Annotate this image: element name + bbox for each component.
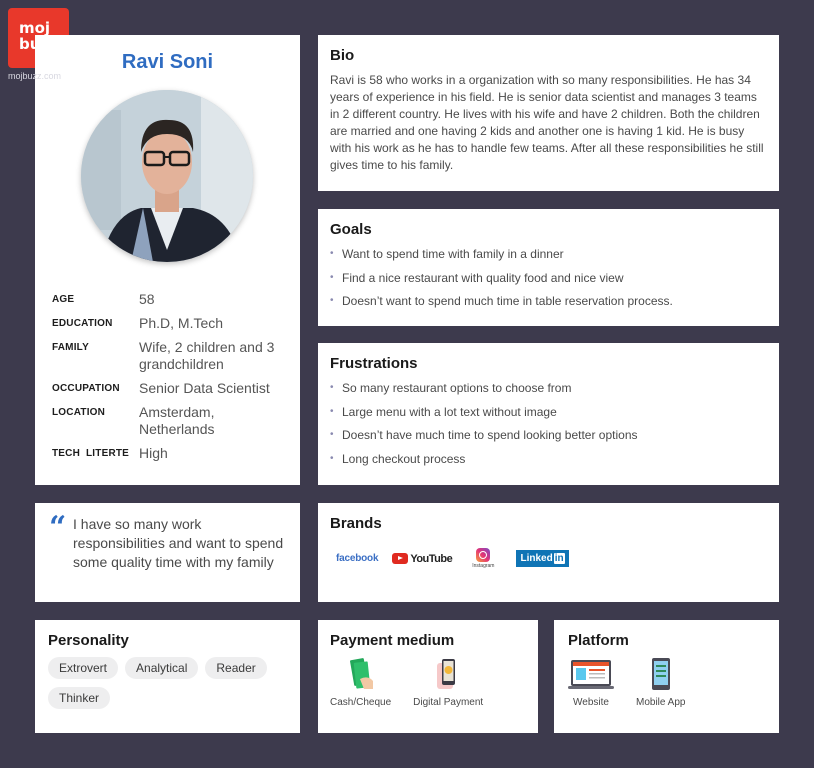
fact-tech-literacy: TECH LITERTE High	[52, 445, 292, 462]
personality-traits: Extrovert Analytical Reader Thinker	[48, 657, 287, 717]
fact-value: Wife, 2 children and 3 grandchildren	[139, 339, 275, 372]
trait-chip: Extrovert	[48, 657, 119, 679]
goal-item: Doesn’t want to spend much time in table…	[330, 293, 767, 309]
instagram-logo: Instagram	[472, 548, 494, 569]
bio-title: Bio	[330, 47, 355, 64]
fact-value: Senior Data Scientist	[139, 380, 270, 396]
fact-label: TECH LITERTE	[52, 448, 130, 459]
payment-option-cash: Cash/Cheque	[330, 657, 391, 708]
frustration-item: Large menu with a lot text without image	[330, 404, 767, 420]
fact-label: LOCATION	[52, 407, 106, 418]
payment-title: Payment medium	[330, 632, 455, 649]
youtube-wordmark: YouTube	[410, 552, 453, 565]
fact-value: Amsterdam, Netherlands	[139, 404, 215, 437]
mobile-icon	[650, 657, 672, 691]
payment-options: Cash/Cheque Digital Payment	[330, 657, 526, 708]
logo-url[interactable]: mojbuzz.com	[8, 71, 61, 81]
laptop-icon	[568, 657, 614, 691]
digital-payment-icon	[433, 657, 463, 691]
bio-card: Bio Ravi is 58 who works in a organizati…	[318, 35, 779, 191]
goal-item: Want to spend time with family in a dinn…	[330, 246, 767, 262]
persona-photo	[81, 90, 253, 262]
fact-label: FAMILY	[52, 342, 89, 353]
linkedin-wordmark: Linked	[520, 553, 553, 564]
payment-card: Payment medium Cash/Cheque Digital Payme…	[318, 620, 538, 733]
frustrations-title: Frustrations	[330, 355, 418, 372]
cash-icon	[346, 657, 376, 691]
persona-name: Ravi Soni	[121, 51, 214, 73]
platform-option-website: Website	[568, 657, 614, 708]
quote-card: “ I have so many work responsibilities a…	[35, 503, 300, 602]
goals-card: Goals Want to spend time with family in …	[318, 209, 779, 326]
goal-item: Find a nice restaurant with quality food…	[330, 270, 767, 286]
quote-text: I have so many work responsibilities and…	[73, 516, 284, 570]
fact-label: OCCUPATION	[52, 383, 120, 394]
youtube-logo: YouTube	[392, 552, 453, 565]
facebook-logo: facebook	[336, 553, 379, 564]
trait-chip: Analytical	[125, 657, 199, 679]
payment-option-label: Digital Payment	[413, 697, 484, 708]
youtube-play-icon	[392, 553, 409, 564]
goals-title: Goals	[330, 221, 372, 238]
brands-card: Brands facebook YouTube Instagram Linked…	[318, 503, 779, 602]
platform-option-mobile: Mobile App	[636, 657, 685, 708]
brand-list: facebook YouTube Instagram Linked in	[330, 548, 767, 569]
payment-option-digital: Digital Payment	[413, 657, 483, 708]
fact-location: LOCATION Amsterdam, Netherlands	[52, 404, 292, 438]
personality-card: Personality Extrovert Analytical Reader …	[35, 620, 300, 733]
linkedin-in-box: in	[553, 553, 565, 564]
bio-text: Ravi is 58 who works in a organization w…	[330, 73, 764, 172]
instagram-wordmark: Instagram	[472, 563, 495, 569]
linkedin-logo: Linked in	[516, 550, 569, 567]
goals-list: Want to spend time with family in a dinn…	[330, 246, 767, 309]
logo-text-line1: moj	[19, 19, 51, 37]
fact-occupation: OCCUPATION Senior Data Scientist	[52, 380, 292, 397]
platform-option-label: Mobile App	[636, 697, 686, 708]
quote-icon: “	[49, 510, 67, 545]
fact-value: High	[139, 445, 168, 461]
platform-card: Platform Website Mobile App	[554, 620, 779, 733]
profile-card: Ravi Soni AGE 58 EDUCATION Ph.D, M.Tech …	[35, 35, 300, 485]
fact-age: AGE 58	[52, 291, 292, 308]
trait-chip: Reader	[205, 657, 267, 679]
brands-title: Brands	[330, 515, 382, 532]
platform-options: Website Mobile App	[568, 657, 765, 708]
frustration-item: Doesn’t have much time to spend looking …	[330, 427, 767, 443]
fact-value: Ph.D, M.Tech	[139, 315, 224, 331]
frustrations-card: Frustrations So many restaurant options …	[318, 343, 779, 485]
frustration-item: Long checkout process	[330, 451, 767, 467]
frustration-item: So many restaurant options to choose fro…	[330, 380, 767, 396]
fact-label: EDUCATION	[52, 318, 113, 329]
personality-title: Personality	[48, 632, 129, 649]
fact-education: EDUCATION Ph.D, M.Tech	[52, 315, 292, 332]
platform-option-label: Website	[573, 697, 609, 708]
persona-facts: AGE 58 EDUCATION Ph.D, M.Tech FAMILY Wif…	[52, 291, 292, 469]
instagram-camera-icon	[476, 548, 491, 562]
fact-label: AGE	[52, 294, 75, 305]
platform-title: Platform	[568, 632, 629, 649]
frustrations-list: So many restaurant options to choose fro…	[330, 380, 767, 467]
trait-chip: Thinker	[48, 687, 111, 709]
fact-family: FAMILY Wife, 2 children and 3 grandchild…	[52, 339, 292, 373]
fact-value: 58	[139, 291, 155, 307]
payment-option-label: Cash/Cheque	[330, 697, 392, 708]
